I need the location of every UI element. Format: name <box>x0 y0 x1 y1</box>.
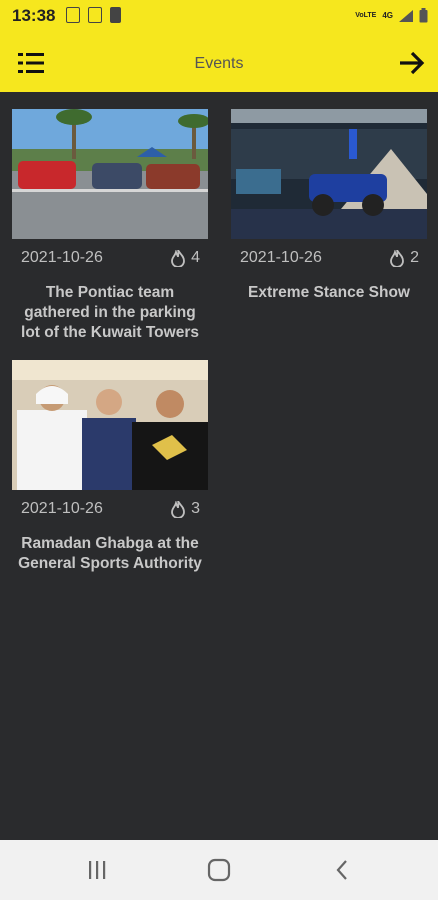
arrow-right-icon[interactable] <box>398 50 426 76</box>
monster-truck-show-photo[interactable] <box>231 109 427 239</box>
home-icon[interactable] <box>206 858 232 882</box>
status-bar: 13:38 VoLTE 4G <box>0 0 438 34</box>
event-meta: 2021-10-26 4 <box>12 239 208 277</box>
likes-count: 3 <box>191 500 200 517</box>
page-title: Events <box>194 55 244 72</box>
signal-icon <box>399 9 413 22</box>
network-type-label: 4G <box>382 11 393 20</box>
cars-parking-lot-photo[interactable] <box>12 109 208 239</box>
event-title[interactable]: Extreme Stance Show <box>231 277 427 303</box>
flame-icon <box>171 249 185 267</box>
system-nav-bar <box>0 840 438 900</box>
event-card[interactable]: 2021-10-26 3 Ramadan Ghabga at the Gener… <box>12 360 208 574</box>
event-card[interactable]: 2021-10-26 2 Extreme Stance Show <box>231 109 427 303</box>
event-likes: 2 <box>390 249 419 267</box>
flame-icon <box>171 500 185 518</box>
event-meta: 2021-10-26 2 <box>231 239 427 277</box>
event-meta: 2021-10-26 3 <box>12 490 208 528</box>
event-likes: 3 <box>171 500 200 518</box>
recent-apps-icon[interactable] <box>84 858 110 882</box>
volte-icon: VoLTE <box>355 11 377 19</box>
notification-file-icon <box>110 7 121 23</box>
app-bar: Events <box>0 34 438 92</box>
status-time: 13:38 <box>12 6 56 25</box>
notification-check-icon <box>88 7 102 23</box>
events-grid: 2021-10-26 4 The Pontiac team gathered i… <box>0 92 438 840</box>
notification-icons <box>66 7 121 23</box>
likes-count: 2 <box>410 249 419 266</box>
event-title[interactable]: The Pontiac team gathered in the parking… <box>12 277 208 343</box>
event-title[interactable]: Ramadan Ghabga at the General Sports Aut… <box>12 528 208 574</box>
event-date: 2021-10-26 <box>21 249 103 266</box>
event-card[interactable]: 2021-10-26 4 The Pontiac team gathered i… <box>12 109 208 343</box>
event-date: 2021-10-26 <box>21 500 103 517</box>
flame-icon <box>390 249 404 267</box>
battery-icon <box>419 8 428 23</box>
likes-count: 4 <box>191 249 200 266</box>
event-likes: 4 <box>171 249 200 267</box>
event-date: 2021-10-26 <box>240 249 322 266</box>
group-portrait-photo[interactable] <box>12 360 208 490</box>
system-icons: VoLTE 4G <box>355 8 428 23</box>
back-icon[interactable] <box>330 858 356 882</box>
notification-app-icon <box>66 7 80 23</box>
